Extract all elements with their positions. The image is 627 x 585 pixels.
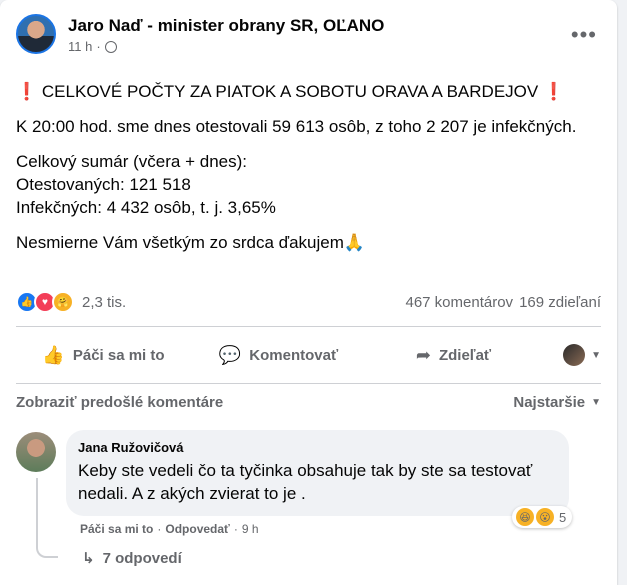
globe-icon [104,40,117,53]
divider [16,383,601,384]
share-button[interactable]: ➦ Zdieľať [366,337,541,373]
like-button[interactable]: 👍 Páči sa mi to [16,337,191,373]
post-time[interactable]: 11 h [68,39,92,54]
author-name[interactable]: Jaro Naď - minister obrany SR, OĽANO [68,16,384,36]
divider [16,326,601,327]
share-count[interactable]: 169 zdieľaní [519,294,601,311]
post-summary: Celkový sumár (včera + dnes): Otestovaný… [16,152,276,217]
thread-line [36,478,58,558]
post-thanks: Nesmierne Vám všetkým zo srdca ďakujem🙏 [16,233,366,252]
comments-bar: Zobraziť predošlé komentáre Najstaršie ▼ [16,394,601,411]
commenter-name[interactable]: Jana Ružovičová [78,440,557,455]
chevron-down-icon: ▼ [591,349,601,361]
comment-reaction-count: 5 [559,509,567,525]
post-header: Jaro Naď - minister obrany SR, OĽANO 11 … [16,14,384,54]
comment-text: Keby ste vedeli čo ta tyčinka obsahuje t… [78,461,533,503]
thumbs-up-icon: 👍 [42,344,65,365]
post-stats: 👍 ♥ 🤗 2,3 tis. 467 komentárov 169 zdieľa… [16,288,601,316]
comment-sort-dropdown[interactable]: Najstaršie ▼ [513,394,601,411]
post-actions: 👍 Páči sa mi to 💬 Komentovať ➦ Zdieľať ▼ [16,333,601,377]
post-card: Jaro Naď - minister obrany SR, OĽANO 11 … [0,0,617,585]
more-options-icon[interactable]: ••• [571,24,597,46]
comment-links: Páči sa mi to · Odpovedať · 9 h [80,522,259,536]
reaction-count[interactable]: 2,3 tis. [82,294,126,311]
comment-reactions[interactable]: 😆 😮 5 [512,506,573,528]
care-reaction-icon: 🤗 [52,291,74,313]
comment-count[interactable]: 467 komentárov [405,294,513,311]
post-headline: ❗ CELKOVÉ POČTY ZA PIATOK A SOBOTU ORAVA… [16,82,565,101]
comment-like-link[interactable]: Páči sa mi to [80,522,153,536]
comment-reply-link[interactable]: Odpovedať [165,522,229,536]
avatar [563,344,586,366]
comment-button[interactable]: 💬 Komentovať [191,337,366,373]
comment-icon: 💬 [218,344,242,365]
post-paragraph: K 20:00 hod. sme dnes otestovali 59 613 … [16,117,577,136]
reaction-summary[interactable]: 👍 ♥ 🤗 2,3 tis. [16,291,126,313]
share-icon: ➦ [415,344,431,365]
view-replies[interactable]: ↳ 7 odpovedí [82,549,182,568]
comment-time[interactable]: 9 h [242,522,259,536]
reaction-profile-selector[interactable]: ▼ [541,344,601,366]
view-previous-comments[interactable]: Zobraziť predošlé komentáre [16,394,223,411]
comment-bubble: Jana Ružovičová Keby ste vedeli čo ta ty… [66,430,569,516]
author-avatar[interactable] [16,14,56,54]
post-body: ❗ CELKOVÉ POČTY ZA PIATOK A SOBOTU ORAVA… [16,80,601,266]
wow-reaction-icon: 😮 [536,508,554,526]
chevron-down-icon: ▼ [591,397,601,408]
commenter-avatar[interactable] [16,432,56,472]
post-meta: 11 h · [68,39,384,54]
reply-arrow-icon: ↳ [82,550,95,567]
exclamation-icon: ❗ [542,82,565,101]
laugh-reaction-icon: 😆 [516,508,534,526]
exclamation-icon: ❗ [16,82,38,101]
